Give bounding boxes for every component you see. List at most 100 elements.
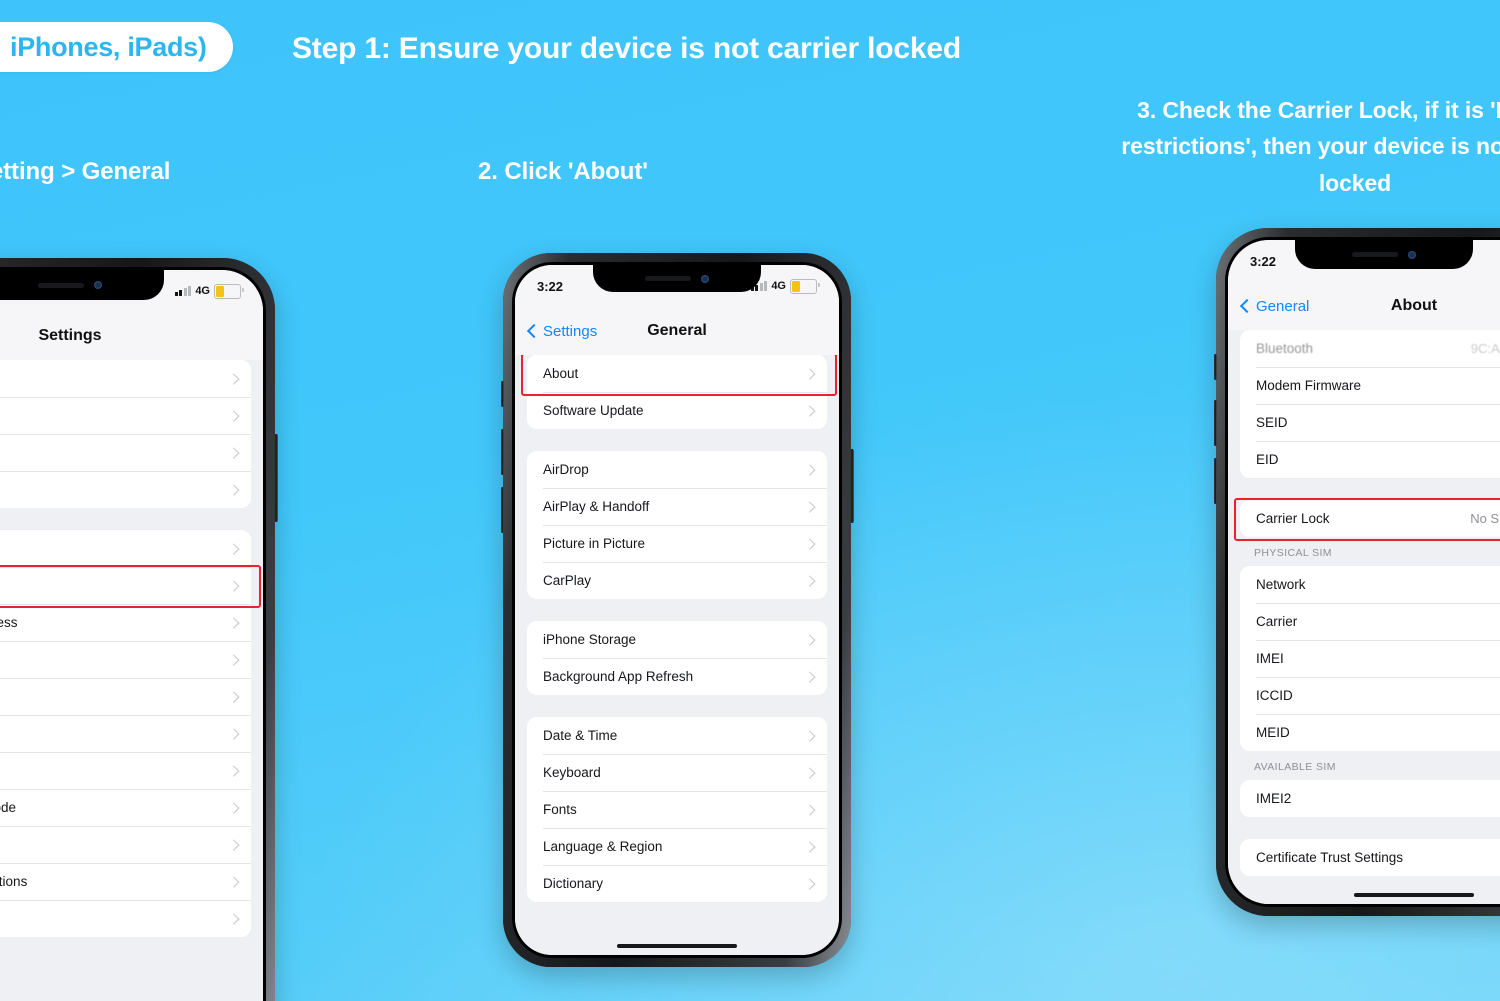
list-item-label: Bluetooth — [1256, 341, 1314, 356]
chevron-right-icon — [803, 730, 815, 741]
back-button-settings[interactable]: Settings — [526, 322, 598, 340]
list-item-label: Display & Brightness — [0, 615, 18, 630]
list-item[interactable]: Display & Brightness — [0, 604, 251, 641]
network-type-label: 4G — [771, 280, 786, 292]
chevron-right-icon — [803, 405, 815, 416]
list-item[interactable]: Battery — [0, 900, 251, 937]
list-item[interactable]: AirPlay & Handoff — [527, 488, 827, 525]
phone-screen-general: 3:22 4G Settings General About Software U… — [515, 265, 839, 955]
back-button-label: Settings — [543, 322, 598, 340]
list-item-label: ICCID — [1256, 688, 1293, 703]
status-time: 3:22 — [1250, 253, 1277, 269]
list-item[interactable]: Network████████ — [1240, 566, 1500, 603]
device-type-pill: iPhones, iPads) — [0, 22, 233, 72]
earpiece-speaker-icon — [38, 282, 84, 288]
list-item[interactable]: Accessibility — [0, 678, 251, 715]
battery-icon — [790, 278, 820, 294]
list-item[interactable]: IMEI2████████ — [1240, 780, 1500, 817]
list-item[interactable]: EID████████ — [1240, 441, 1500, 478]
nav-bar-about: General About — [1228, 282, 1500, 330]
list-item[interactable]: CarPlay — [527, 562, 827, 599]
list-item[interactable]: Exposure Notifications — [0, 863, 251, 900]
settings-group: Date & Time Keyboard Fonts Language & Regio… — [527, 717, 827, 902]
list-item[interactable]: Focus — [0, 434, 251, 471]
volume-down-button[interactable] — [1213, 458, 1217, 504]
list-item[interactable]: Picture in Picture — [527, 525, 827, 562]
list-item[interactable]: iPhone Storage — [527, 621, 827, 658]
list-item[interactable]: Fonts — [527, 791, 827, 828]
volume-down-button[interactable] — [500, 487, 504, 533]
list-item[interactable]: Home Screen — [0, 641, 251, 678]
list-item-label: Exposure Notifications — [0, 874, 28, 889]
list-item[interactable]: MEID████████ — [1240, 714, 1500, 751]
list-item-label: Network — [1256, 577, 1306, 592]
list-item[interactable]: Background App Refresh — [527, 658, 827, 695]
phone-screen-about: 3:22 4G General About Bluetooth9C:A2:5B:… — [1228, 240, 1500, 904]
volume-up-button[interactable] — [1213, 400, 1217, 446]
list-item[interactable]: IMEI████████ — [1240, 640, 1500, 677]
front-camera-icon — [94, 281, 102, 289]
list-item[interactable]: Carrier████████ — [1240, 603, 1500, 640]
list-item[interactable]: Keyboard — [527, 754, 827, 791]
list-item[interactable]: Carrier Lock No SIM restrictions — [1240, 500, 1500, 537]
caption-step-1: Setting > General — [0, 158, 171, 185]
settings-group: Carrier Lock No SIM restrictions — [1240, 500, 1500, 537]
status-indicators: 4G — [750, 278, 820, 294]
chevron-right-icon — [803, 368, 815, 379]
list-item-label: Certificate Trust Settings — [1256, 850, 1404, 865]
screen-title: Settings — [38, 327, 102, 344]
list-item[interactable]: Modem Firmware████████ — [1240, 367, 1500, 404]
list-item[interactable]: ICCID████████ — [1240, 677, 1500, 714]
earpiece-speaker-icon — [1352, 252, 1399, 257]
list-item[interactable]: Siri & Search — [0, 752, 251, 789]
power-button[interactable] — [274, 434, 278, 522]
list-item[interactable]: Sounds & Haptics — [0, 397, 251, 434]
list-item[interactable]: Wallpaper — [0, 715, 251, 752]
mute-switch[interactable] — [500, 381, 504, 407]
back-button-general[interactable]: General — [1239, 298, 1309, 315]
chevron-right-icon — [227, 876, 239, 887]
earpiece-speaker-icon — [645, 276, 691, 281]
list-item[interactable]: Notifications — [0, 360, 251, 397]
about-list[interactable]: Bluetooth 9C:A2:5B:C8:DC:3 Modem Firmware█… — [1228, 330, 1500, 904]
list-item[interactable]: Face ID & Passcode — [0, 789, 251, 826]
list-item[interactable]: Emergency SOS — [0, 826, 251, 863]
poster-canvas: iPhones, iPads) Step 1: Ensure your devi… — [0, 0, 1500, 1001]
phone-mockup-settings: 4G Settings NotificationsSounds & Haptic… — [0, 258, 278, 1001]
list-item[interactable]: AirDrop — [527, 451, 827, 488]
chevron-right-icon — [803, 804, 815, 815]
list-item[interactable]: Control Center — [0, 567, 251, 604]
list-item[interactable]: Dictionary — [527, 865, 827, 902]
list-item[interactable]: Software Update — [527, 392, 827, 429]
caption-step-3: 3. Check the Carrier Lock, if it is 'No … — [1121, 97, 1500, 196]
page-title: Step 1: Ensure your device is not carrie… — [292, 32, 961, 65]
list-item[interactable]: Certificate Trust Settings — [1240, 839, 1500, 876]
power-button[interactable] — [850, 449, 854, 523]
list-item-value: No SIM restrictions — [1470, 511, 1500, 526]
settings-group: Certificate Trust Settings — [1240, 839, 1500, 876]
list-item[interactable]: Bluetooth 9C:A2:5B:C8:DC:3 — [1240, 330, 1500, 367]
battery-icon — [214, 283, 244, 299]
chevron-right-icon — [803, 841, 815, 852]
chevron-right-icon — [227, 543, 239, 554]
list-item-label: MEID — [1256, 725, 1290, 740]
chevron-right-icon — [803, 878, 815, 889]
list-item[interactable]: General — [0, 530, 251, 567]
settings-list[interactable]: NotificationsSounds & HapticsFocusScreen… — [0, 360, 263, 1001]
signal-bars-icon — [174, 286, 192, 296]
settings-group: About Software Update — [527, 355, 827, 429]
mute-switch[interactable] — [1213, 354, 1217, 380]
list-item[interactable]: Date & Time — [527, 717, 827, 754]
chevron-right-icon — [803, 575, 815, 586]
chevron-right-icon — [227, 765, 239, 776]
phone-mockup-general: 3:22 4G Settings General About Software U… — [500, 253, 854, 967]
volume-up-button[interactable] — [500, 429, 504, 475]
list-item-label: Face ID & Passcode — [0, 800, 17, 815]
list-item[interactable]: About — [527, 355, 827, 392]
list-item[interactable]: Screen Time — [0, 471, 251, 508]
chevron-right-icon — [227, 802, 239, 813]
list-item[interactable]: SEID████████ — [1240, 404, 1500, 441]
chevron-right-icon — [227, 913, 239, 924]
list-item[interactable]: Language & Region — [527, 828, 827, 865]
general-list[interactable]: About Software Update AirDrop AirPlay & Han… — [515, 355, 839, 955]
